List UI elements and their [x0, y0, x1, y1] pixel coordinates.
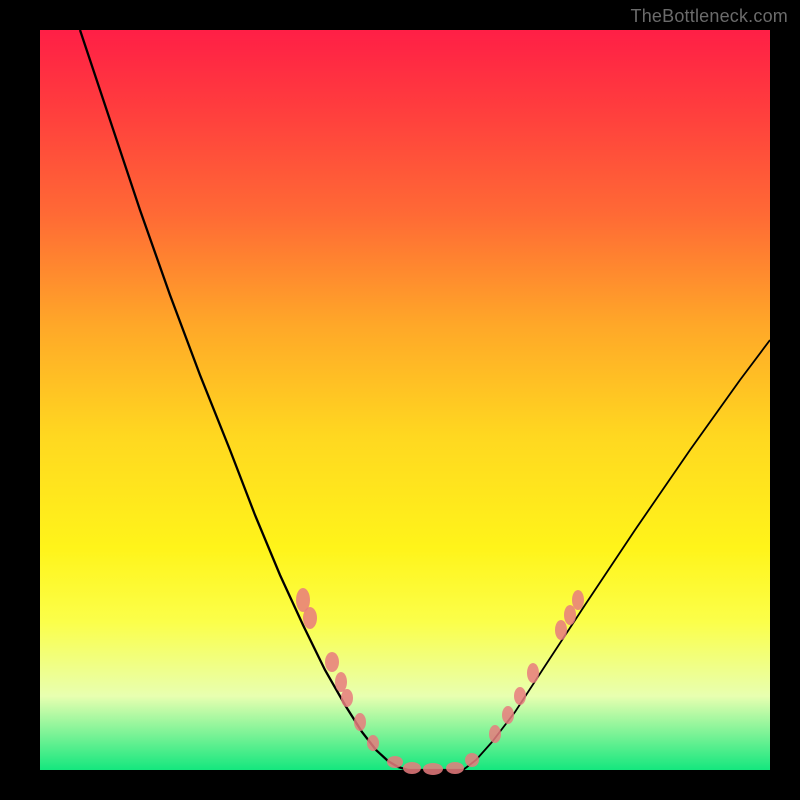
data-marker	[555, 620, 567, 640]
data-marker	[527, 663, 539, 683]
chart-svg	[40, 30, 770, 770]
data-marker	[465, 753, 479, 767]
data-marker	[572, 590, 584, 610]
data-marker	[446, 762, 464, 774]
data-marker	[423, 763, 443, 775]
chart-frame: TheBottleneck.com	[0, 0, 800, 800]
curve-left	[80, 30, 408, 770]
data-marker	[367, 735, 379, 751]
data-marker	[335, 672, 347, 692]
data-marker	[354, 713, 366, 731]
data-marker	[403, 762, 421, 774]
data-marker	[489, 725, 501, 743]
data-marker	[564, 605, 576, 625]
data-marker	[514, 687, 526, 705]
curve-right	[463, 340, 770, 770]
data-marker	[325, 652, 339, 672]
data-marker	[341, 689, 353, 707]
watermark-text: TheBottleneck.com	[631, 6, 788, 27]
data-marker	[303, 607, 317, 629]
data-marker	[502, 706, 514, 724]
data-marker	[387, 756, 403, 768]
markers-group	[296, 588, 584, 775]
plot-area	[40, 30, 770, 770]
